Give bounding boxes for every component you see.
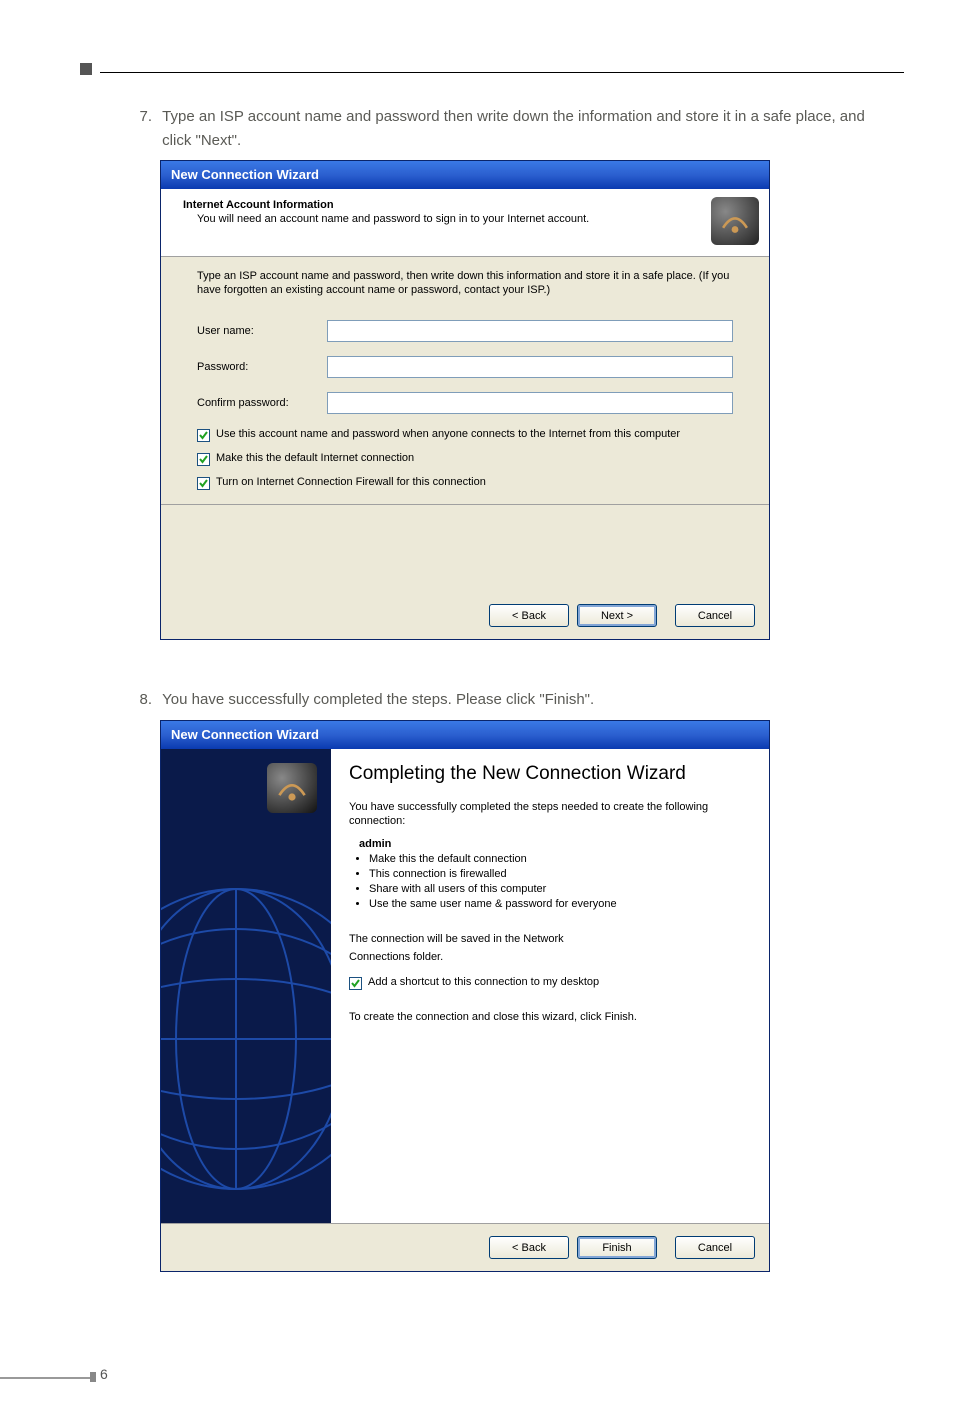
confirm-label: Confirm password: bbox=[197, 397, 327, 409]
checkbox-label: Add a shortcut to this connection to my … bbox=[368, 976, 599, 988]
step-number: 8. bbox=[130, 688, 152, 712]
header-title: Internet Account Information bbox=[183, 199, 755, 211]
username-input[interactable] bbox=[327, 320, 733, 342]
list-item: Make this the default connection bbox=[369, 852, 751, 867]
back-button[interactable]: < Back bbox=[489, 604, 569, 627]
checkbox-icon bbox=[197, 429, 210, 442]
dialog-body: Completing the New Connection Wizard You… bbox=[161, 749, 769, 1223]
list-item: This connection is firewalled bbox=[369, 867, 751, 882]
crop-mark bbox=[80, 63, 92, 75]
finish-button[interactable]: Finish bbox=[577, 1236, 657, 1259]
window-title: New Connection Wizard bbox=[171, 727, 319, 742]
checkbox-firewall[interactable]: Turn on Internet Connection Firewall for… bbox=[197, 476, 733, 490]
checkbox-shortcut[interactable]: Add a shortcut to this connection to my … bbox=[349, 976, 751, 990]
intro-text: Type an ISP account name and password, t… bbox=[197, 269, 733, 298]
save-location-line1: The connection will be saved in the Netw… bbox=[349, 932, 751, 946]
checkbox-use-account[interactable]: Use this account name and password when … bbox=[197, 428, 733, 442]
footer-bar: < Back Finish Cancel bbox=[161, 1223, 769, 1271]
list-item: Use the same user name & password for ev… bbox=[369, 897, 751, 912]
main-pane: Completing the New Connection Wizard You… bbox=[331, 749, 769, 1223]
header-rule bbox=[100, 72, 904, 73]
confirm-input[interactable] bbox=[327, 392, 733, 414]
checkbox-icon bbox=[349, 977, 362, 990]
step-7: 7. Type an ISP account name and password… bbox=[130, 105, 894, 153]
checkbox-label: Turn on Internet Connection Firewall for… bbox=[216, 476, 486, 488]
modem-icon bbox=[711, 197, 759, 245]
button-row: < Back Next > Cancel bbox=[489, 604, 755, 627]
username-row: User name: bbox=[197, 320, 733, 342]
password-row: Password: bbox=[197, 356, 733, 378]
username-label: User name: bbox=[197, 325, 327, 337]
checkbox-label: Use this account name and password when … bbox=[216, 428, 680, 440]
window-title: New Connection Wizard bbox=[171, 167, 319, 182]
sidebar-graphic bbox=[161, 749, 331, 1223]
dialog-header: Internet Account Information You will ne… bbox=[161, 189, 769, 257]
summary-bullets: Make this the default connection This co… bbox=[369, 852, 751, 911]
completion-heading: Completing the New Connection Wizard bbox=[349, 763, 751, 786]
dialog-account-info: New Connection Wizard Internet Account I… bbox=[160, 160, 770, 640]
confirm-row: Confirm password: bbox=[197, 392, 733, 414]
checkbox-label: Make this the default Internet connectio… bbox=[216, 452, 414, 464]
cancel-button[interactable]: Cancel bbox=[675, 604, 755, 627]
save-location-line2: Connections folder. bbox=[349, 950, 751, 964]
list-item: Share with all users of this computer bbox=[369, 882, 751, 897]
modem-icon bbox=[267, 763, 317, 813]
checkbox-icon bbox=[197, 453, 210, 466]
checkbox-icon bbox=[197, 477, 210, 490]
step-8: 8. You have successfully completed the s… bbox=[130, 688, 894, 712]
divider bbox=[161, 504, 769, 505]
header-subtitle: You will need an account name and passwo… bbox=[197, 213, 755, 225]
titlebar: New Connection Wizard bbox=[161, 721, 769, 749]
back-button[interactable]: < Back bbox=[489, 1236, 569, 1259]
connection-name: admin bbox=[359, 838, 751, 850]
button-row: < Back Finish Cancel bbox=[489, 1236, 755, 1259]
globe-icon bbox=[161, 839, 331, 1219]
password-label: Password: bbox=[197, 361, 327, 373]
checkbox-default-conn[interactable]: Make this the default Internet connectio… bbox=[197, 452, 733, 466]
footer-rule bbox=[0, 1377, 90, 1379]
cancel-button[interactable]: Cancel bbox=[675, 1236, 755, 1259]
footer-tick bbox=[90, 1372, 96, 1382]
page-number: 6 bbox=[100, 1366, 108, 1382]
step-number: 7. bbox=[130, 105, 152, 129]
step-text: You have successfully completed the step… bbox=[162, 688, 892, 712]
completion-intro: You have successfully completed the step… bbox=[349, 800, 751, 829]
next-button[interactable]: Next > bbox=[577, 604, 657, 627]
step-text: Type an ISP account name and password th… bbox=[162, 105, 892, 153]
password-input[interactable] bbox=[327, 356, 733, 378]
titlebar: New Connection Wizard bbox=[161, 161, 769, 189]
dialog-completing: New Connection Wizard Completing the New… bbox=[160, 720, 770, 1272]
finish-instruction: To create the connection and close this … bbox=[349, 1010, 751, 1024]
dialog-content: Type an ISP account name and password, t… bbox=[161, 257, 769, 505]
